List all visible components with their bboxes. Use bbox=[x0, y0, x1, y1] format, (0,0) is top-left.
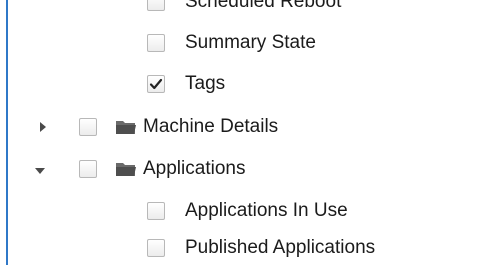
caret-right-icon[interactable] bbox=[37, 121, 49, 133]
tree-item-scheduled-reboot[interactable]: Scheduled Reboot bbox=[147, 0, 341, 17]
tree-item-label: Applications In Use bbox=[185, 200, 348, 221]
tree-item-label: Applications bbox=[143, 158, 246, 179]
panel-left-border bbox=[6, 0, 8, 265]
checkbox-machine-details[interactable] bbox=[79, 118, 97, 136]
checkbox-summary-state[interactable] bbox=[147, 34, 165, 52]
caret-down-icon[interactable] bbox=[34, 165, 46, 177]
tree-item-label: Scheduled Reboot bbox=[185, 0, 342, 12]
tree-item-applications[interactable]: Applications bbox=[79, 154, 245, 184]
tree-item-label: Machine Details bbox=[143, 116, 279, 137]
checkbox-applications-in-use[interactable] bbox=[147, 202, 165, 220]
checkbox-scheduled-reboot[interactable] bbox=[147, 0, 165, 11]
tree-item-label: Published Applications bbox=[185, 237, 376, 258]
tree-item-label: Tags bbox=[185, 73, 226, 94]
checkbox-applications[interactable] bbox=[79, 160, 97, 178]
tree-item-published-applications[interactable]: Published Applications bbox=[147, 233, 375, 263]
folder-icon bbox=[115, 118, 137, 136]
folder-icon bbox=[115, 160, 137, 178]
tree-item-summary-state[interactable]: Summary State bbox=[147, 28, 316, 58]
tree-item-label: Summary State bbox=[185, 32, 316, 53]
checkmark-icon bbox=[149, 78, 163, 90]
tree-panel: Scheduled Reboot Summary State Tags Mach… bbox=[0, 0, 483, 265]
tree-item-applications-in-use[interactable]: Applications In Use bbox=[147, 196, 348, 226]
tree-item-machine-details[interactable]: Machine Details bbox=[79, 112, 278, 142]
tree-item-tags[interactable]: Tags bbox=[147, 69, 225, 99]
checkbox-tags[interactable] bbox=[147, 75, 165, 93]
checkbox-published-applications[interactable] bbox=[147, 239, 165, 257]
